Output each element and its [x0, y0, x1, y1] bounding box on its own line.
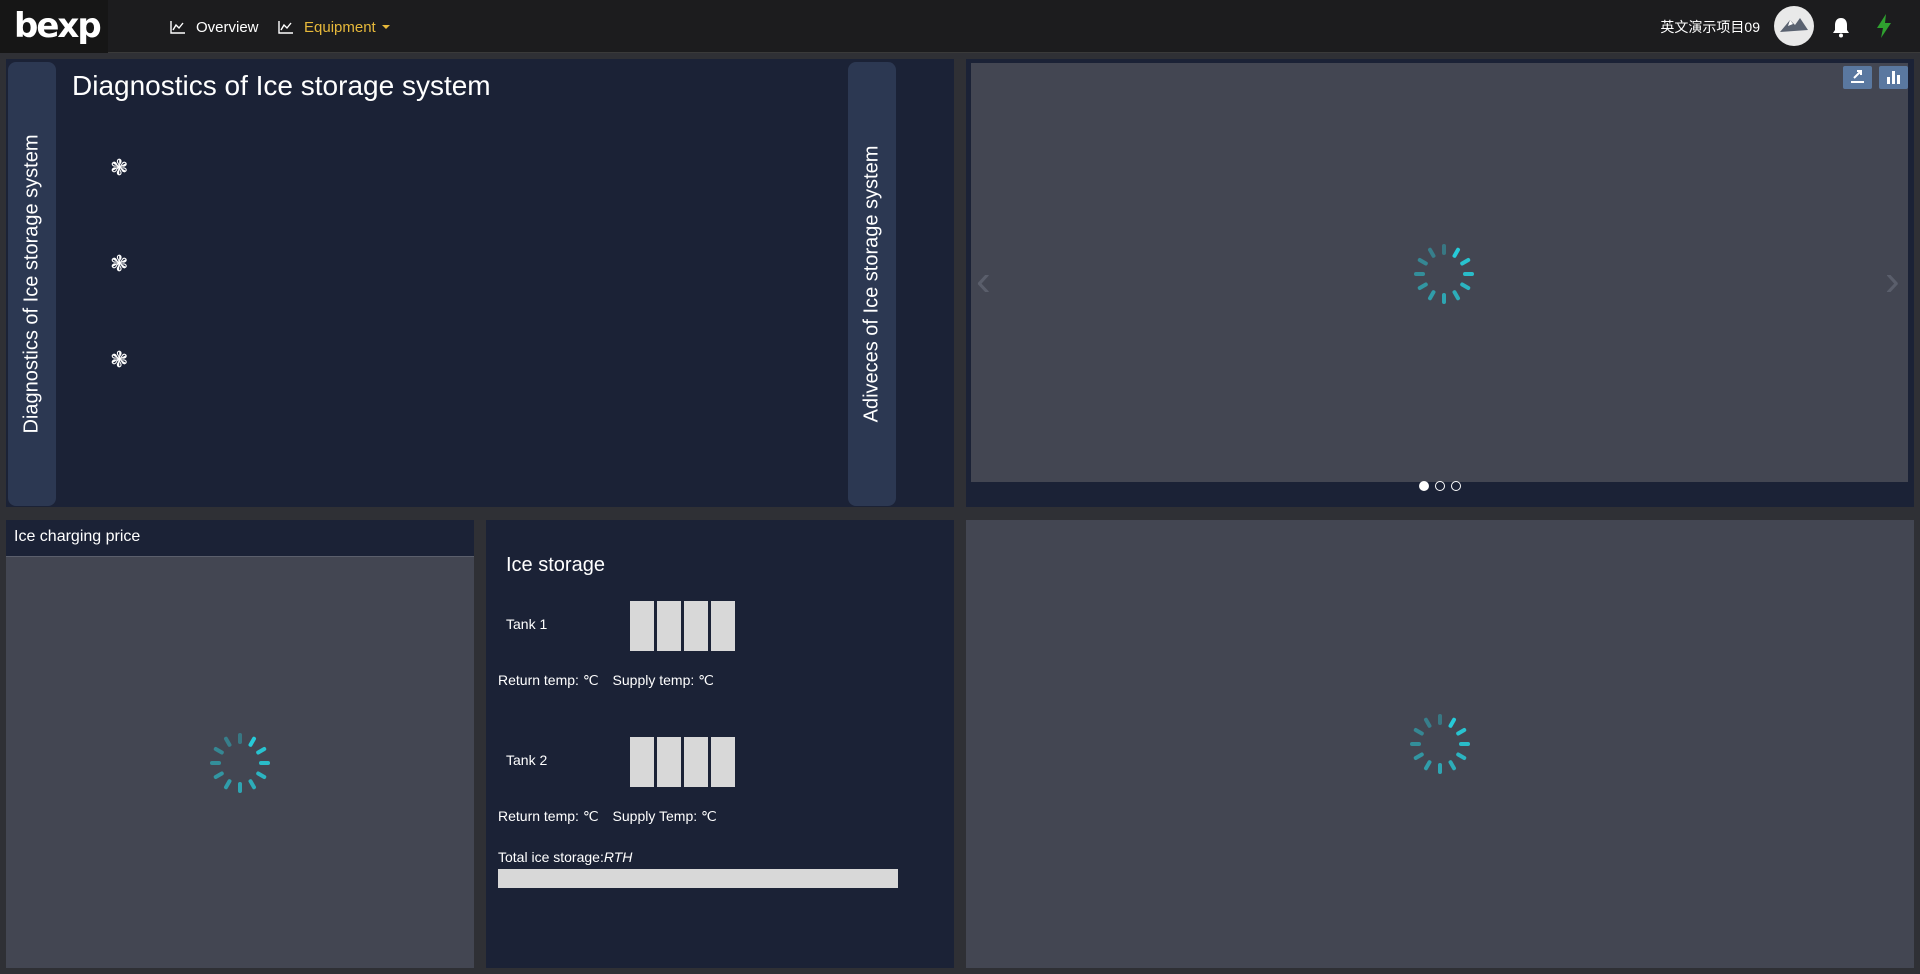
loading-spinner-icon	[1408, 712, 1472, 776]
carousel-dot-2[interactable]	[1435, 481, 1445, 491]
tab-advices[interactable]: Adiveces of Ice storage system	[848, 62, 896, 506]
tank-1-supply-temp: Supply temp: ℃	[612, 672, 714, 688]
tank-1-cell	[657, 601, 681, 651]
export-icon	[1851, 70, 1864, 83]
loading-spinner-icon	[208, 731, 272, 795]
carousel-next-arrow[interactable]: ›	[1885, 256, 1900, 306]
line-chart-icon	[170, 21, 185, 34]
diagnostic-item-icon: ❃	[110, 155, 129, 180]
nav-overview[interactable]: Overview	[170, 17, 259, 37]
total-ice-storage-label: Total ice storage:	[498, 849, 604, 865]
logo-text: bexp	[14, 6, 102, 46]
tank-1-return-temp: Return temp: ℃	[498, 672, 599, 688]
tank-2-supply-temp: Supply Temp: ℃	[612, 808, 717, 824]
diagnostic-item-icon: ❃	[110, 347, 129, 372]
tab-diagnostics-label: Diagnostics of Ice storage system	[20, 134, 43, 434]
ice-price-title: Ice charging price	[14, 528, 141, 545]
bell-icon[interactable]	[1831, 16, 1851, 38]
caret-down-icon	[381, 25, 390, 29]
diagnostics-panel	[6, 59, 954, 507]
carousel-prev-arrow[interactable]: ‹	[976, 256, 991, 306]
export-button[interactable]	[1843, 66, 1872, 89]
ice-storage-title: Ice storage	[506, 554, 605, 576]
tank-2-label: Tank 2	[506, 752, 548, 768]
bar-chart-icon	[1887, 71, 1900, 84]
nav-equipment-label: Equipment	[304, 18, 376, 36]
tank-2-cell	[711, 737, 735, 787]
mountain-avatar-icon	[1780, 18, 1808, 32]
nav-overview-label: Overview	[196, 18, 259, 36]
tank-1-temps: Return temp: ℃ Supply temp: ℃	[498, 672, 714, 689]
top-navbar: bexp Overview Equipment 英文演示项目09	[0, 0, 1920, 53]
tank-2-cell	[630, 737, 654, 787]
total-ice-storage: Total ice storage:RTH	[498, 849, 632, 865]
diagnostic-item-icon: ❃	[110, 251, 129, 276]
nav-equipment[interactable]: Equipment	[278, 17, 390, 37]
tab-diagnostics[interactable]: Diagnostics of Ice storage system	[8, 62, 56, 506]
loading-spinner-icon	[1412, 242, 1476, 306]
bolt-icon[interactable]	[1876, 13, 1892, 39]
total-ice-storage-bar	[498, 869, 898, 888]
line-chart-icon	[278, 21, 293, 34]
tank-1-cell	[630, 601, 654, 651]
tank-1-cell	[684, 601, 708, 651]
bar-chart-button[interactable]	[1879, 66, 1908, 89]
total-ice-storage-unit: RTH	[603, 849, 633, 865]
tank-1-cell	[711, 601, 735, 651]
tab-advices-label: Adiveces of Ice storage system	[860, 145, 883, 423]
tank-2-return-temp: Return temp: ℃	[498, 808, 599, 824]
tank-2-cell	[684, 737, 708, 787]
avatar[interactable]	[1774, 6, 1814, 46]
tank-2-temps: Return temp: ℃ Supply Temp: ℃	[498, 808, 717, 825]
tank-2-cell	[657, 737, 681, 787]
project-name[interactable]: 英文演示项目09	[1660, 17, 1760, 37]
diagnostics-title: Diagnostics of Ice storage system	[72, 70, 491, 101]
carousel-dot-3[interactable]	[1451, 481, 1461, 491]
carousel-dot-1[interactable]	[1419, 481, 1429, 491]
logo[interactable]: bexp	[0, 0, 108, 53]
tank-1-label: Tank 1	[506, 616, 548, 632]
